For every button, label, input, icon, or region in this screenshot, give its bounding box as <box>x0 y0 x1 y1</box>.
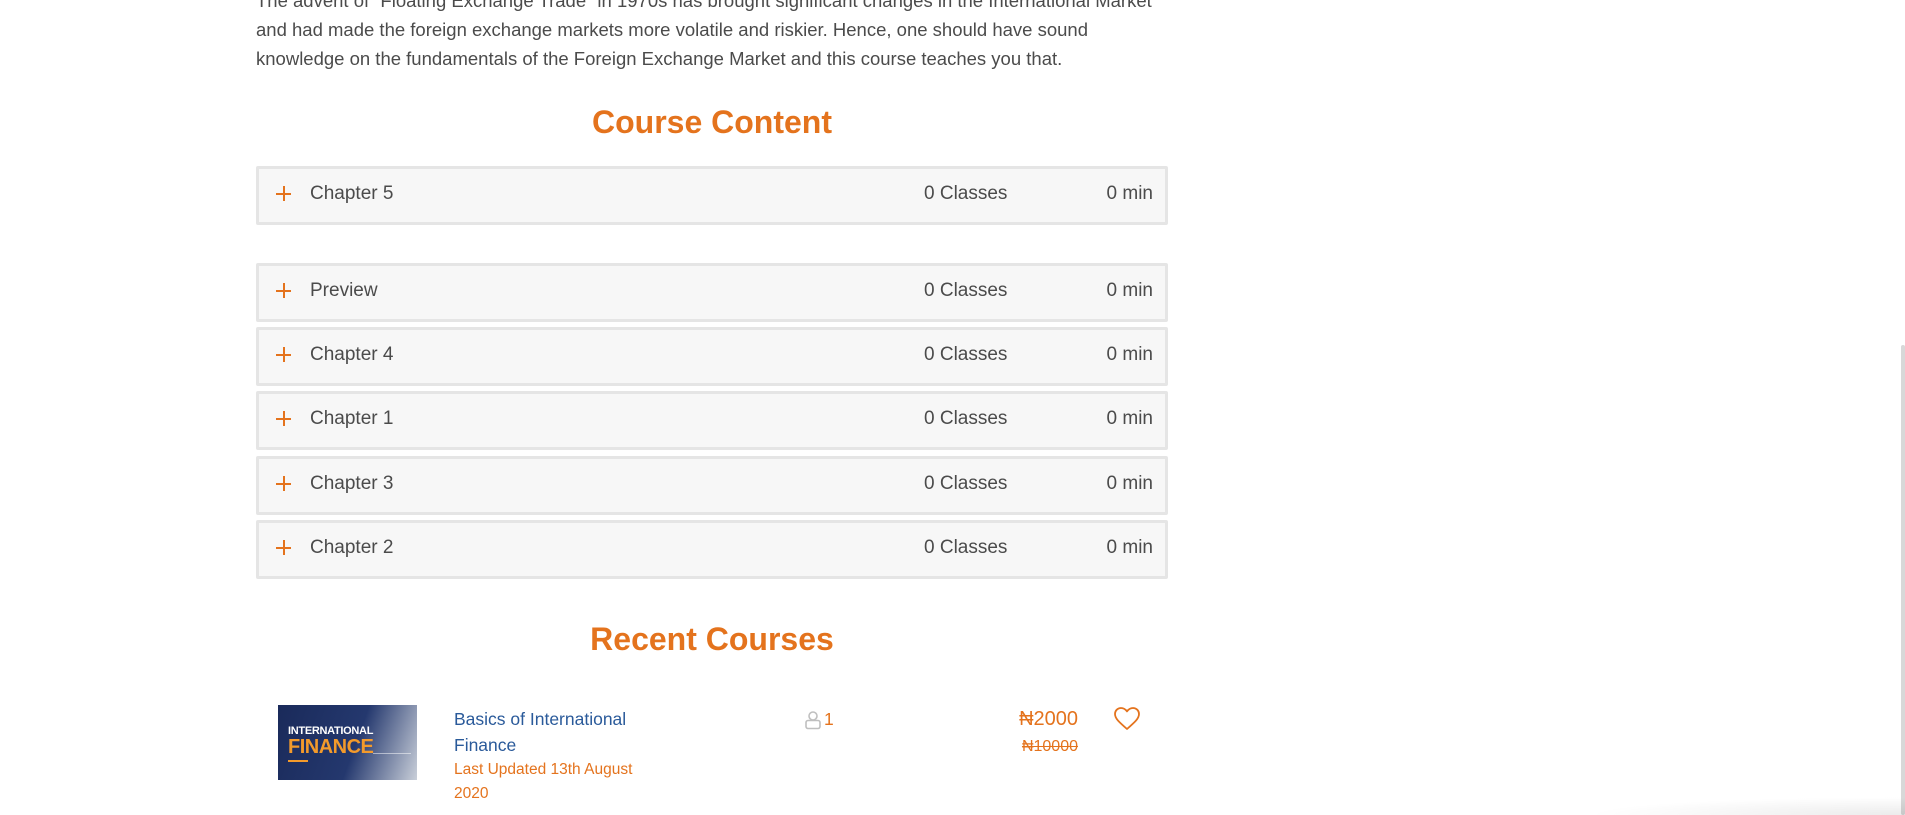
chapter-classes-count: 0 Classes <box>924 473 1008 494</box>
scrollbar-thumb[interactable] <box>1901 345 1905 815</box>
chapter-accordion-preview[interactable]: Preview 0 Classes 0 min <box>256 263 1168 322</box>
students-count-value: 1 <box>824 709 834 729</box>
thumbnail-underline <box>288 760 308 762</box>
chapter-title: Preview <box>310 280 378 301</box>
chapter-title: Chapter 1 <box>310 408 394 429</box>
description-line: and had made the foreign exchange market… <box>256 19 1088 40</box>
heart-icon[interactable] <box>1113 706 1141 732</box>
thumbnail-chart-graphic <box>373 753 411 776</box>
course-title-link[interactable]: Basics of International Finance <box>454 706 644 758</box>
plus-icon <box>276 347 292 363</box>
chapter-accordion-chapter-3[interactable]: Chapter 3 0 Classes 0 min <box>256 456 1168 515</box>
chapter-title: Chapter 3 <box>310 473 394 494</box>
course-last-updated: Last Updated 13th August 2020 <box>454 761 633 802</box>
chapter-title: Chapter 4 <box>310 344 394 365</box>
chapter-classes-count: 0 Classes <box>924 280 1008 301</box>
course-original-price: ₦10000 <box>1021 738 1078 755</box>
chapter-classes-count: 0 Classes <box>924 344 1008 365</box>
description-line: knowledge on the fundamentals of the For… <box>256 48 1063 69</box>
chapter-accordion-chapter-2[interactable]: Chapter 2 0 Classes 0 min <box>256 520 1168 579</box>
chapter-accordion-chapter-5[interactable]: Chapter 5 0 Classes 0 min <box>256 166 1168 225</box>
course-content-title: Course Content <box>592 104 832 140</box>
chapter-duration: 0 min <box>1106 473 1153 494</box>
chapter-duration: 0 min <box>1106 537 1153 558</box>
chapter-duration: 0 min <box>1106 183 1153 204</box>
chapter-accordion-chapter-4[interactable]: Chapter 4 0 Classes 0 min <box>256 327 1168 386</box>
chapter-duration: 0 min <box>1106 280 1153 301</box>
course-price: ₦2000 <box>1019 708 1078 730</box>
scrollbar[interactable] <box>1899 0 1905 815</box>
course-description: The advent of “Floating Exchange Trade” … <box>256 0 1168 73</box>
user-icon <box>805 711 821 730</box>
recent-courses-title: Recent Courses <box>590 621 834 657</box>
chapter-classes-count: 0 Classes <box>924 537 1008 558</box>
corner-shadow <box>1585 797 1905 815</box>
plus-icon <box>276 186 292 202</box>
chapter-duration: 0 min <box>1106 344 1153 365</box>
chapter-duration: 0 min <box>1106 408 1153 429</box>
chapter-classes-count: 0 Classes <box>924 183 1008 204</box>
plus-icon <box>276 283 292 299</box>
plus-icon <box>276 411 292 427</box>
chapter-accordion-chapter-1[interactable]: Chapter 1 0 Classes 0 min <box>256 391 1168 450</box>
plus-icon <box>276 540 292 556</box>
chapter-title: Chapter 2 <box>310 537 394 558</box>
course-thumbnail[interactable]: INTERNATIONAL FINANCE <box>278 705 417 780</box>
chapter-classes-count: 0 Classes <box>924 408 1008 429</box>
description-line: The advent of “Floating Exchange Trade” … <box>256 0 1152 11</box>
chapter-title: Chapter 5 <box>310 183 394 204</box>
thumbnail-text: FINANCE <box>288 736 374 758</box>
plus-icon <box>276 476 292 492</box>
recent-course-item: INTERNATIONAL FINANCE Basics of Internat… <box>256 700 1168 815</box>
